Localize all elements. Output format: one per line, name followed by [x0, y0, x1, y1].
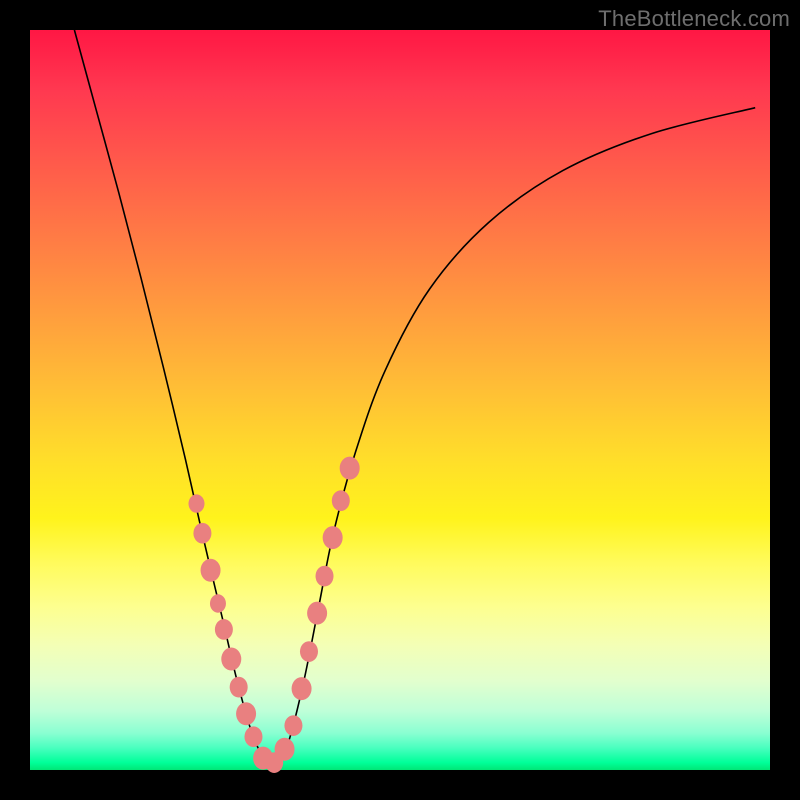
chart-container: TheBottleneck.com [0, 0, 800, 800]
highlight-bead [307, 602, 327, 625]
highlight-bead [230, 677, 248, 698]
highlight-bead [221, 648, 241, 671]
plot-area [30, 30, 770, 770]
highlight-beads-group [189, 457, 360, 773]
highlight-bead [244, 726, 262, 747]
highlight-bead [201, 559, 221, 582]
highlight-bead [300, 641, 318, 662]
highlight-bead [332, 490, 350, 511]
highlight-bead [316, 566, 334, 587]
highlight-bead [284, 715, 302, 736]
bottleneck-curve [74, 30, 755, 766]
watermark-text: TheBottleneck.com [598, 6, 790, 32]
highlight-bead [236, 702, 256, 725]
highlight-bead [340, 457, 360, 480]
highlight-bead [292, 677, 312, 700]
curve-svg [30, 30, 770, 770]
highlight-bead [210, 594, 226, 612]
highlight-bead [323, 526, 343, 549]
highlight-bead [275, 738, 295, 761]
highlight-bead [193, 523, 211, 544]
highlight-bead [215, 619, 233, 640]
highlight-bead [189, 494, 205, 512]
